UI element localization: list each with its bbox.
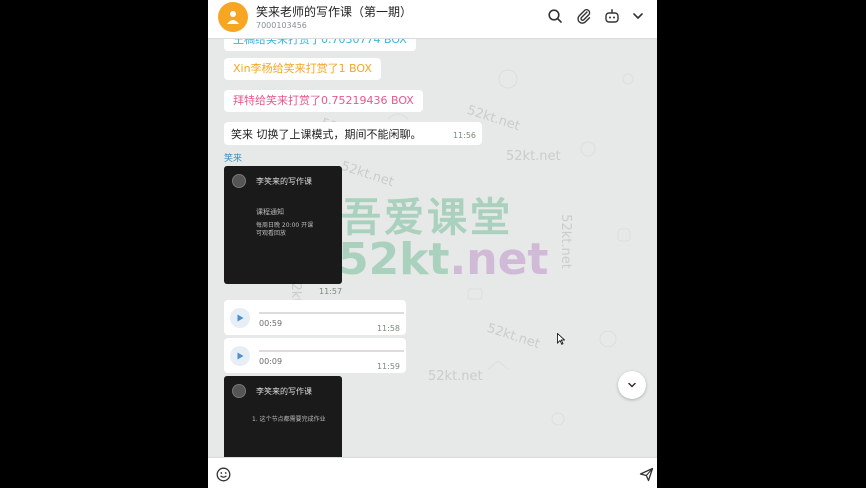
image-message[interactable]: 李笑来的写作课 课程通知 每周日晚 20:00 开课 可观看回放 (224, 166, 342, 284)
reward-message: Xin李杨给笑来打赏了1 BOX (224, 58, 381, 80)
bot-icon[interactable] (604, 8, 620, 24)
watermark-small: 52kt.net (557, 214, 573, 269)
emoji-icon[interactable] (216, 467, 231, 482)
voice-duration: 00:59 (259, 319, 283, 328)
image-line: 可观看回放 (256, 230, 287, 237)
watermark-small: 52kt.net (506, 149, 561, 164)
watermark-domain: 52kt.net (338, 234, 548, 285)
play-button[interactable] (230, 346, 250, 366)
group-avatar[interactable] (218, 2, 248, 32)
voice-progress[interactable] (259, 350, 404, 352)
mouse-cursor-icon (557, 333, 565, 345)
voice-duration: 00:09 (259, 357, 283, 366)
chat-window: 笑来老师的写作课（第一期） 7000103456 52kt.net 52kt.n… (208, 0, 657, 488)
system-message: 笑来 切换了上课模式，期间不能闲聊。 11:56 (224, 122, 482, 145)
voice-message: 00:59 11:58 (224, 300, 406, 335)
image-line: 1. 这个节点都需要完成作业 (252, 416, 326, 423)
search-icon[interactable] (547, 8, 563, 24)
message-time: 11:56 (452, 131, 476, 140)
sender-name[interactable]: 笑来 (224, 151, 242, 164)
watermark-domain-b: .net (449, 234, 549, 285)
image-message[interactable]: 李笑来的写作课 1. 这个节点都需要完成作业 (224, 376, 342, 457)
send-icon[interactable] (639, 467, 654, 482)
image-line: 课程通知 (256, 208, 284, 216)
reward-message: 王稿给笑来打赏了0.7030774 BOX (224, 39, 416, 51)
paperclip-icon[interactable] (576, 8, 592, 24)
image-title: 李笑来的写作课 (256, 387, 312, 396)
scroll-to-bottom-button[interactable] (618, 371, 646, 399)
play-button[interactable] (230, 308, 250, 328)
image-avatar (232, 384, 246, 398)
chevron-down-icon (628, 382, 636, 388)
system-message-text: 笑来 切换了上课模式，期间不能闲聊。 (231, 128, 422, 141)
play-icon (237, 352, 244, 360)
message-time: 11:59 (376, 362, 400, 371)
message-time: 11:58 (376, 324, 400, 333)
image-avatar (232, 174, 246, 188)
voice-message: 00:09 11:59 (224, 338, 406, 373)
chat-header: 笑来老师的写作课（第一期） 7000103456 (208, 0, 657, 39)
play-icon (237, 314, 244, 322)
reward-message: 拜特给笑来打赏了0.75219436 BOX (224, 90, 423, 112)
message-list[interactable]: 52kt.net 52kt.net 52kt.net 52kt.net 52kt… (208, 39, 657, 457)
chat-subtitle: 7000103456 (256, 21, 307, 30)
watermark-small: 52kt.net (428, 369, 483, 384)
voice-progress[interactable] (259, 312, 404, 314)
image-title: 李笑来的写作课 (256, 177, 312, 186)
group-avatar-icon (227, 11, 239, 24)
message-time: 11:57 (319, 287, 343, 296)
chat-title: 笑来老师的写作课（第一期） (256, 5, 413, 19)
watermark-domain-a: 52kt (338, 234, 450, 285)
chevron-down-icon[interactable] (630, 8, 646, 24)
composer-bar (208, 457, 657, 488)
